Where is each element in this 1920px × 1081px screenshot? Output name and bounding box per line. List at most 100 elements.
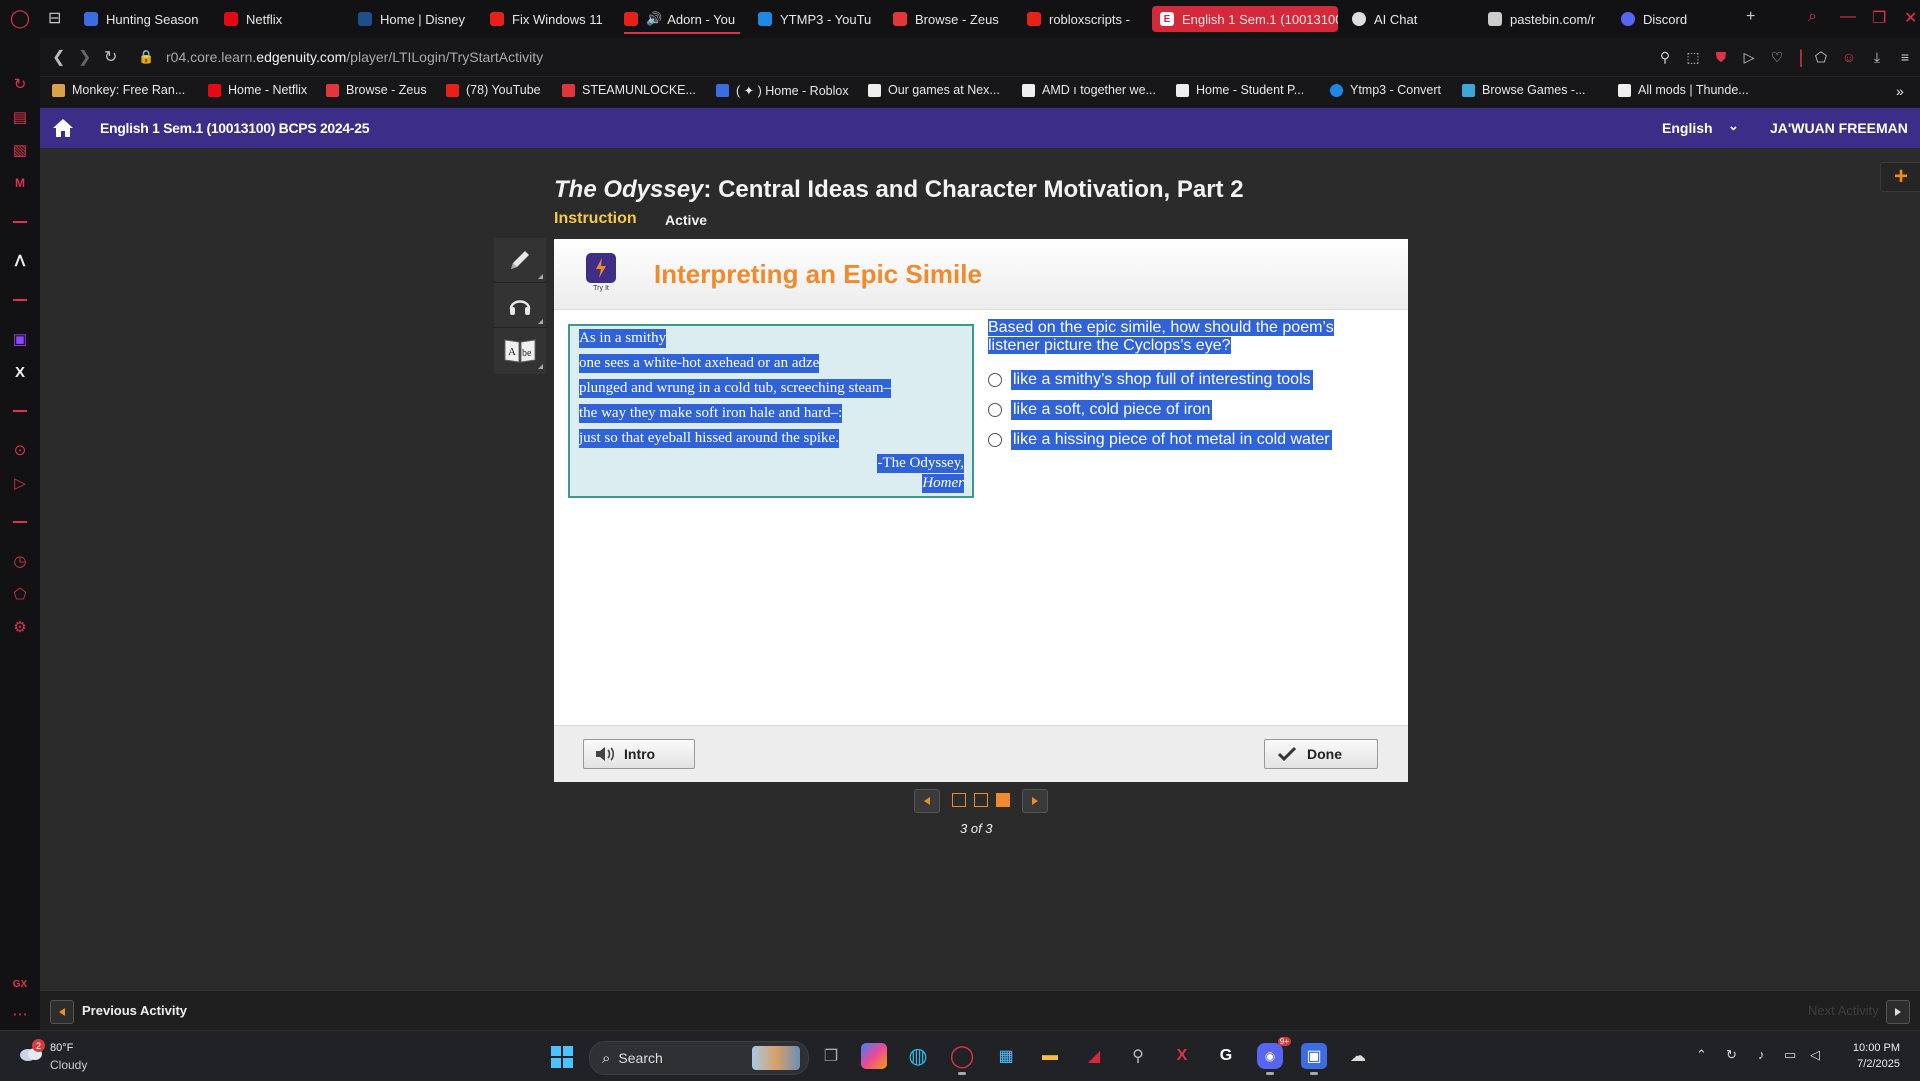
bookmark[interactable]: Browse - Zeus (326, 83, 427, 97)
opera-logo-icon[interactable]: ◯ (10, 8, 30, 28)
reload-icon[interactable]: ↻ (104, 47, 117, 67)
bookmark[interactable]: Monkey: Free Ran... (52, 83, 185, 97)
shopping-icon[interactable]: ▤ (10, 107, 30, 127)
app-icon[interactable]: ☁ (1345, 1043, 1371, 1069)
tab[interactable]: Hunting Season (84, 6, 202, 32)
bookmark[interactable]: AMD ı together we... (1022, 83, 1156, 97)
gmail-icon[interactable]: M (10, 173, 30, 193)
tab[interactable]: AI Chat (1352, 6, 1452, 32)
extensions-icon[interactable]: ⬠ (10, 584, 30, 604)
radio-button[interactable] (988, 373, 1002, 387)
dictionary-tool[interactable]: Abe (494, 328, 546, 372)
edge-icon[interactable]: ◍ (905, 1043, 931, 1069)
extensions-icon[interactable]: ⬠ (1812, 48, 1830, 66)
user-name[interactable]: JA'WUAN FREEMAN (1770, 120, 1908, 136)
answer-choice[interactable]: like a soft, cold piece of iron (988, 400, 1213, 420)
easy-setup-icon[interactable]: ≡ (1896, 48, 1914, 66)
bookmark[interactable]: Home - Netflix (208, 83, 307, 97)
plus-icon[interactable]: + (1880, 162, 1920, 192)
audio-tool[interactable] (494, 283, 546, 328)
volume-icon[interactable]: ◁ (1810, 1047, 1820, 1063)
next-activity-button[interactable] (1886, 1000, 1910, 1024)
tab-menu-icon[interactable]: ⊟ (48, 8, 61, 28)
tab[interactable]: Netflix (224, 6, 314, 32)
app-icon[interactable]: G (1213, 1043, 1239, 1069)
microphone-icon[interactable]: ♪ (1758, 1047, 1765, 1062)
microsoft-store-icon[interactable]: ▦ (993, 1043, 1019, 1069)
speaker-icon[interactable]: 🔊 (646, 11, 662, 27)
pager-page-2[interactable] (974, 793, 988, 807)
intro-button[interactable]: Intro (583, 739, 695, 769)
tab[interactable]: Fix Windows 11 (490, 6, 602, 32)
gx-icon[interactable]: GX (10, 974, 30, 994)
new-tab-button[interactable]: + (1746, 8, 1755, 26)
tab[interactable]: pastebin.com/r (1488, 6, 1606, 32)
pin-icon[interactable]: ⚲ (1656, 48, 1674, 66)
back-icon[interactable]: ❮ (52, 47, 65, 67)
search-tabs-icon[interactable]: ⌕ (1808, 8, 1817, 26)
chevron-down-icon[interactable]: ⌄ (1728, 118, 1739, 134)
tab[interactable]: Discord (1621, 6, 1711, 32)
language-select[interactable]: English (1662, 120, 1713, 136)
close-icon[interactable]: ✕ (1904, 8, 1917, 28)
pager-prev-button[interactable] (914, 789, 940, 813)
download-icon[interactable]: ⤓ (1868, 48, 1886, 66)
aria-icon[interactable]: ↻ (10, 74, 30, 94)
x-twitter-icon[interactable]: X (10, 362, 30, 382)
pager-next-button[interactable] (1022, 789, 1048, 813)
clock-date[interactable]: 7/2/2025 (1848, 1058, 1900, 1070)
minimize-icon[interactable]: — (1840, 8, 1856, 26)
radio-button[interactable] (988, 403, 1002, 417)
network-icon[interactable]: ▭ (1784, 1047, 1796, 1063)
sync-icon[interactable]: ↻ (1726, 1047, 1737, 1063)
ai-assistant-icon[interactable]: ᐱ (10, 251, 30, 271)
previous-activity-label[interactable]: Previous Activity (82, 1003, 187, 1018)
more-icon[interactable]: ⋯ (10, 1004, 30, 1024)
send-icon[interactable]: ▷ (10, 473, 30, 493)
tab[interactable]: Browse - Zeus (893, 6, 1013, 32)
tab[interactable]: robloxscripts - (1027, 6, 1143, 32)
app-icon[interactable]: ◢ (1081, 1043, 1107, 1069)
pencil-tool[interactable] (494, 238, 546, 283)
bookmark[interactable]: Ytmp3 - Convert (1330, 83, 1441, 97)
app-icon[interactable]: X (1169, 1043, 1195, 1069)
bookmark[interactable]: All mods | Thunde... (1618, 83, 1749, 97)
done-button[interactable]: Done (1264, 739, 1378, 769)
pager-page-3[interactable] (996, 793, 1010, 807)
radio-button[interactable] (988, 433, 1002, 447)
bookmark[interactable]: Home - Student P... (1176, 83, 1304, 97)
heart-icon[interactable]: ♡ (1768, 48, 1786, 66)
windows-start-icon[interactable] (551, 1046, 573, 1068)
vpn-shield-icon[interactable]: ⛊ (1712, 48, 1730, 66)
previous-activity-button[interactable] (50, 1000, 74, 1024)
bookmark[interactable]: Our games at Nex... (868, 83, 1000, 97)
tab-active[interactable]: E English 1 Sem.1 (10013100 (1152, 6, 1338, 32)
bookmark[interactable]: ( ✦ ) Home - Roblox (716, 83, 849, 98)
lock-icon[interactable]: 🔒 (138, 49, 154, 65)
app-icon[interactable]: ▣ (1301, 1043, 1327, 1075)
profile-icon[interactable]: ☺ (1840, 48, 1858, 66)
answer-choice[interactable]: like a hissing piece of hot metal in col… (988, 430, 1332, 450)
maximize-icon[interactable]: ❐ (1872, 8, 1886, 28)
file-explorer-icon[interactable]: ▬ (1037, 1043, 1063, 1069)
app-icon[interactable]: ⚲ (1125, 1043, 1151, 1069)
task-view-icon[interactable]: ❐ (818, 1043, 844, 1069)
crypto-wallet-icon[interactable]: ▧ (10, 140, 30, 160)
weather-temperature[interactable]: 80°F (50, 1042, 73, 1054)
clock-time[interactable]: 10:00 PM (1850, 1042, 1900, 1054)
bookmark[interactable]: STEAMUNLOCKE... (562, 83, 696, 97)
bookmark[interactable]: Browse Games -... (1462, 83, 1586, 97)
snapshot-icon[interactable]: ⬚ (1684, 48, 1702, 66)
settings-icon[interactable]: ⚙ (10, 617, 30, 637)
forward-icon[interactable]: ❯ (78, 47, 91, 67)
pager-page-1[interactable] (952, 793, 966, 807)
home-icon[interactable] (52, 117, 74, 139)
tab[interactable]: 🔊 Adorn - You (624, 6, 740, 34)
opera-gx-icon[interactable]: ◯ (949, 1043, 975, 1075)
answer-choice[interactable]: like a smithy’s shop full of interesting… (988, 370, 1313, 390)
url-field[interactable]: r04.core.learn.edgenuity.com/player/LTIL… (166, 49, 543, 65)
twitch-icon[interactable]: ▣ (10, 329, 30, 349)
chevron-up-icon[interactable]: ⌃ (1696, 1047, 1707, 1063)
taskbar-search[interactable]: ⌕ Search (589, 1041, 809, 1075)
tab[interactable]: Home | Disney (358, 6, 470, 32)
